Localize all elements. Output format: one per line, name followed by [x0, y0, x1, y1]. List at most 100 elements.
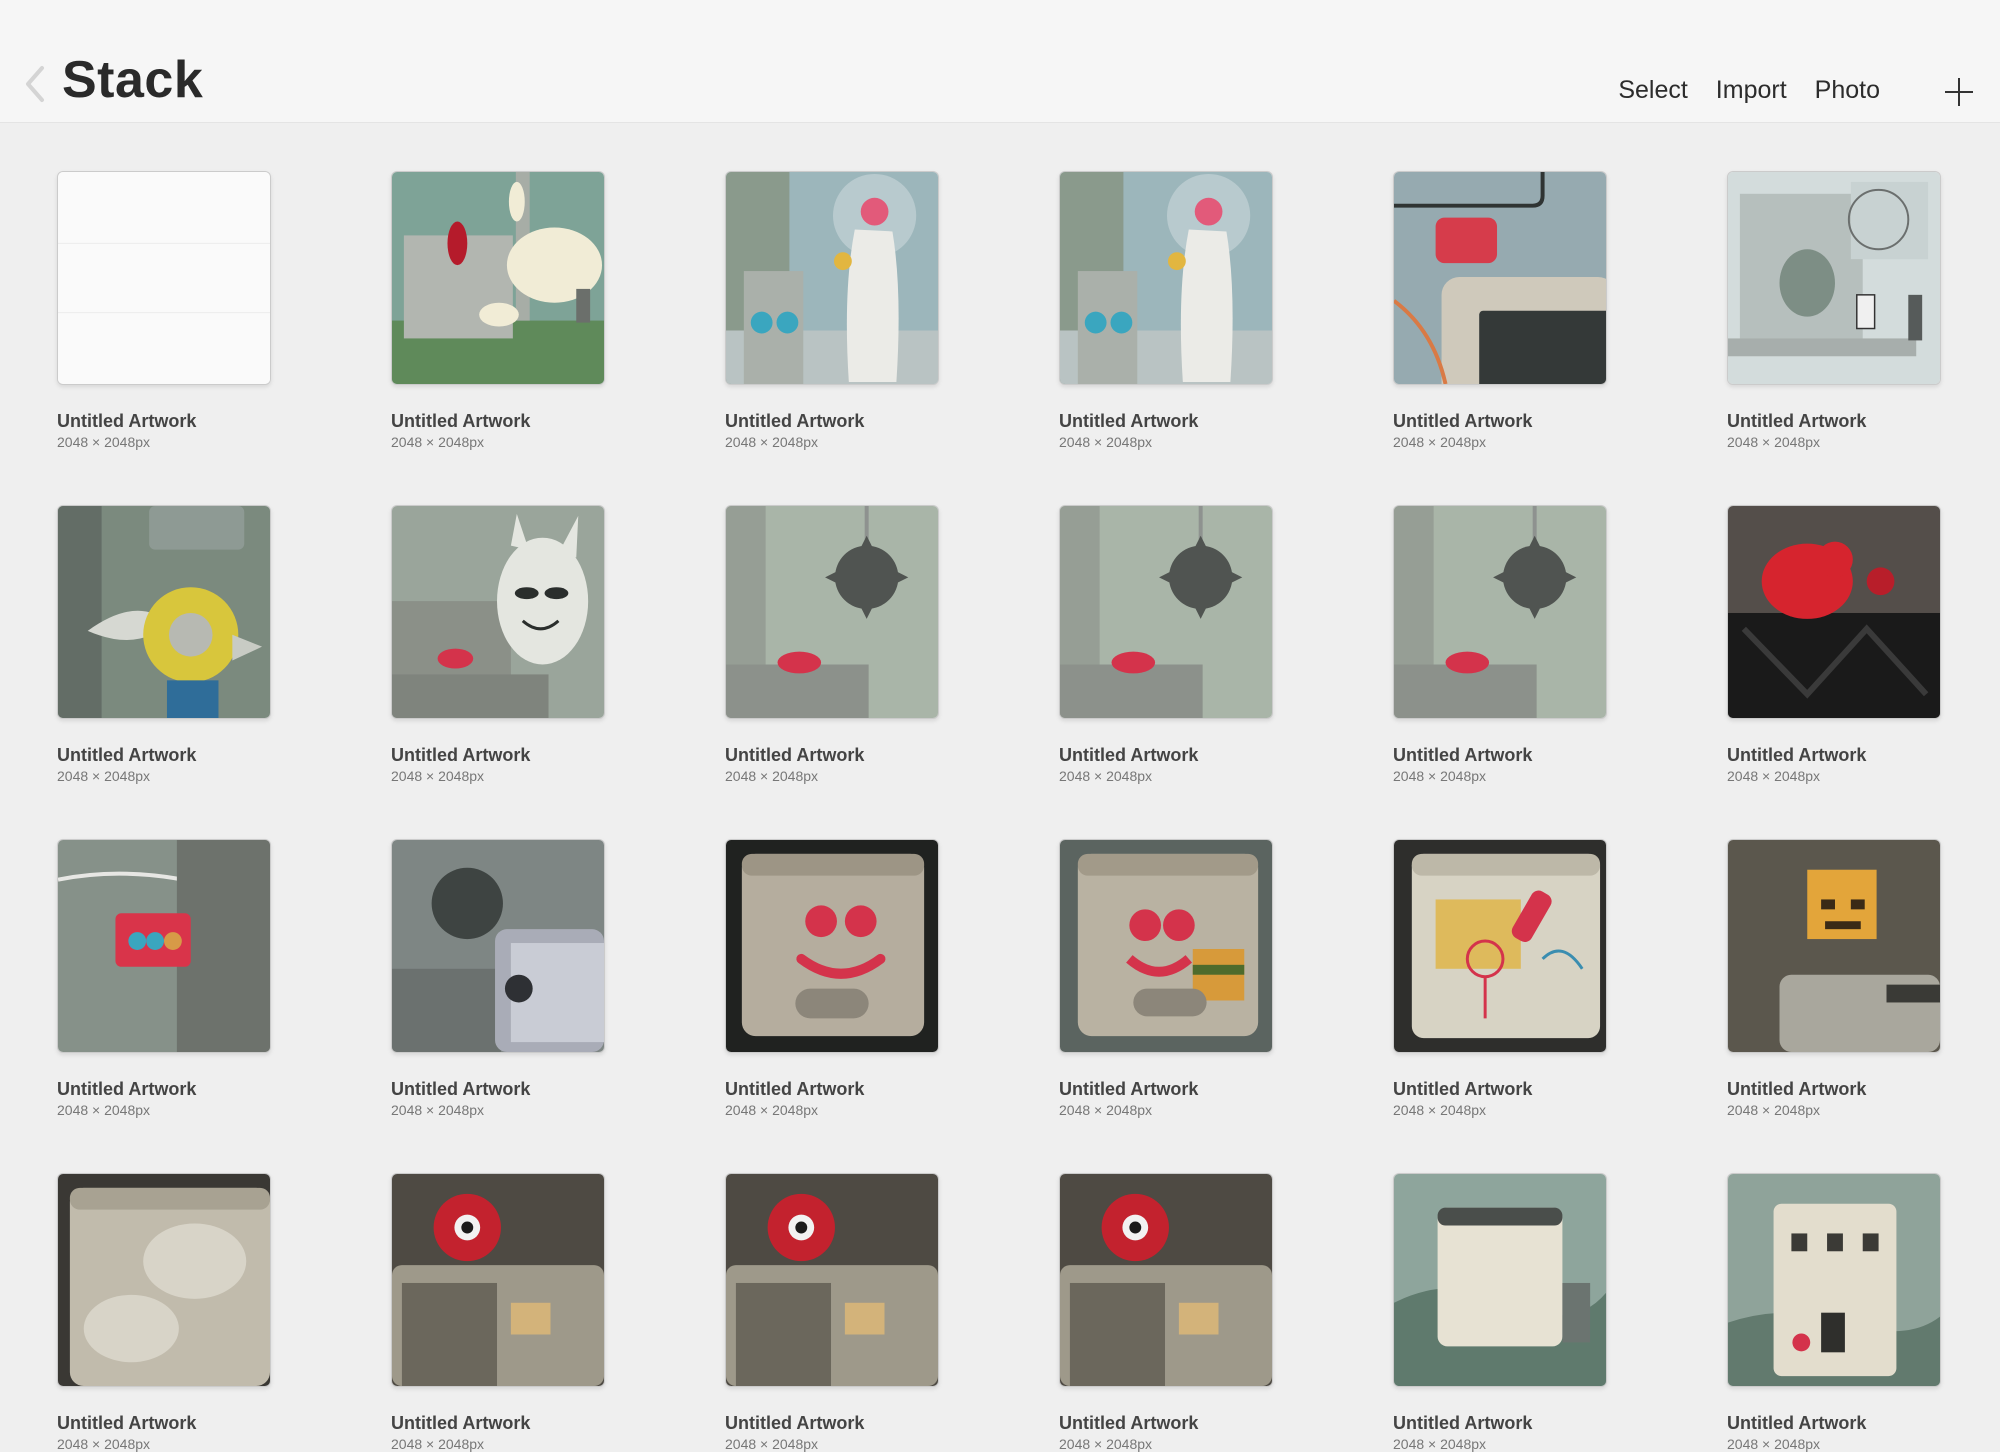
artwork-card[interactable]: Untitled Artwork 2048 × 2048px [1727, 505, 1941, 784]
artwork-name[interactable]: Untitled Artwork [1393, 411, 1532, 432]
artwork-dimensions: 2048 × 2048px [1727, 768, 1821, 784]
artwork-dimensions: 2048 × 2048px [391, 1102, 485, 1118]
artwork-card[interactable]: Untitled Artwork 2048 × 2048px [725, 505, 939, 784]
select-button[interactable]: Select [1618, 76, 1687, 105]
artwork-name[interactable]: Untitled Artwork [1393, 1413, 1532, 1434]
artwork-dimensions: 2048 × 2048px [57, 768, 151, 784]
artwork-card[interactable]: Untitled Artwork 2048 × 2048px [1393, 171, 1607, 450]
artwork-card[interactable]: Untitled Artwork 2048 × 2048px [725, 839, 939, 1118]
artwork-thumbnail[interactable] [57, 505, 271, 719]
artwork-name[interactable]: Untitled Artwork [725, 1413, 864, 1434]
artwork-thumbnail[interactable] [725, 505, 939, 719]
plus-icon[interactable] [1944, 77, 1974, 107]
artwork-name[interactable]: Untitled Artwork [1393, 745, 1532, 766]
artwork-name[interactable]: Untitled Artwork [57, 1079, 196, 1100]
chevron-left-icon[interactable] [22, 64, 48, 104]
artwork-thumbnail[interactable] [1727, 505, 1941, 719]
artwork-thumbnail[interactable] [391, 839, 605, 1053]
artwork-thumbnail[interactable] [725, 1173, 939, 1387]
artwork-dimensions: 2048 × 2048px [1393, 434, 1487, 450]
import-button[interactable]: Import [1716, 76, 1787, 105]
artwork-dimensions: 2048 × 2048px [1059, 768, 1153, 784]
toolbar: Select Import Photo [1618, 76, 1880, 105]
artwork-thumbnail[interactable] [1393, 839, 1607, 1053]
artwork-thumbnail[interactable] [1059, 1173, 1273, 1387]
artwork-name[interactable]: Untitled Artwork [57, 411, 196, 432]
photo-button[interactable]: Photo [1815, 76, 1880, 105]
artwork-dimensions: 2048 × 2048px [57, 1102, 151, 1118]
artwork-thumbnail[interactable] [57, 171, 271, 385]
artwork-dimensions: 2048 × 2048px [1727, 1102, 1821, 1118]
artwork-card[interactable]: Untitled Artwork 2048 × 2048px [725, 1173, 939, 1452]
artwork-thumbnail[interactable] [1059, 505, 1273, 719]
artwork-name[interactable]: Untitled Artwork [391, 1413, 530, 1434]
artwork-name[interactable]: Untitled Artwork [1727, 745, 1866, 766]
artwork-name[interactable]: Untitled Artwork [725, 1079, 864, 1100]
artwork-thumbnail[interactable] [1727, 171, 1941, 385]
artwork-card[interactable]: Untitled Artwork 2048 × 2048px [1393, 1173, 1607, 1452]
artwork-thumbnail[interactable] [57, 839, 271, 1053]
artwork-thumbnail[interactable] [725, 839, 939, 1053]
artwork-name[interactable]: Untitled Artwork [1059, 745, 1198, 766]
artwork-name[interactable]: Untitled Artwork [391, 411, 530, 432]
artwork-dimensions: 2048 × 2048px [725, 1102, 819, 1118]
artwork-thumbnail[interactable] [57, 1173, 271, 1387]
artwork-name[interactable]: Untitled Artwork [1059, 1079, 1198, 1100]
artwork-card[interactable]: Untitled Artwork 2048 × 2048px [1727, 171, 1941, 450]
artwork-name[interactable]: Untitled Artwork [57, 1413, 196, 1434]
artwork-dimensions: 2048 × 2048px [725, 768, 819, 784]
artwork-name[interactable]: Untitled Artwork [1727, 1413, 1866, 1434]
artwork-thumbnail[interactable] [1727, 1173, 1941, 1387]
artwork-dimensions: 2048 × 2048px [1393, 1102, 1487, 1118]
artwork-card[interactable]: Untitled Artwork 2048 × 2048px [1393, 505, 1607, 784]
artwork-name[interactable]: Untitled Artwork [1727, 1079, 1866, 1100]
artwork-dimensions: 2048 × 2048px [1727, 1436, 1821, 1452]
artwork-card[interactable]: Untitled Artwork 2048 × 2048px [1059, 839, 1273, 1118]
artwork-dimensions: 2048 × 2048px [1393, 768, 1487, 784]
artwork-dimensions: 2048 × 2048px [57, 434, 151, 450]
artwork-name[interactable]: Untitled Artwork [1059, 1413, 1198, 1434]
artwork-card[interactable]: Untitled Artwork 2048 × 2048px [57, 171, 271, 450]
artwork-card[interactable]: Untitled Artwork 2048 × 2048px [1059, 171, 1273, 450]
artwork-card[interactable]: Untitled Artwork 2048 × 2048px [1059, 1173, 1273, 1452]
artwork-name[interactable]: Untitled Artwork [725, 411, 864, 432]
artwork-name[interactable]: Untitled Artwork [57, 745, 196, 766]
artwork-card[interactable]: Untitled Artwork 2048 × 2048px [391, 839, 605, 1118]
artwork-thumbnail[interactable] [1059, 839, 1273, 1053]
top-bar: Stack Select Import Photo [0, 0, 2000, 123]
artwork-card[interactable]: Untitled Artwork 2048 × 2048px [57, 505, 271, 784]
artwork-card[interactable]: Untitled Artwork 2048 × 2048px [1727, 1173, 1941, 1452]
artwork-dimensions: 2048 × 2048px [1727, 434, 1821, 450]
artwork-dimensions: 2048 × 2048px [1059, 1436, 1153, 1452]
artwork-card[interactable]: Untitled Artwork 2048 × 2048px [57, 839, 271, 1118]
artwork-thumbnail[interactable] [1393, 171, 1607, 385]
artwork-dimensions: 2048 × 2048px [391, 768, 485, 784]
artwork-thumbnail[interactable] [391, 171, 605, 385]
artwork-thumbnail[interactable] [725, 171, 939, 385]
artwork-dimensions: 2048 × 2048px [725, 1436, 819, 1452]
artwork-card[interactable]: Untitled Artwork 2048 × 2048px [391, 171, 605, 450]
artwork-card[interactable]: Untitled Artwork 2048 × 2048px [1393, 839, 1607, 1118]
artwork-dimensions: 2048 × 2048px [391, 434, 485, 450]
artwork-thumbnail[interactable] [1727, 839, 1941, 1053]
artwork-thumbnail[interactable] [391, 505, 605, 719]
artwork-thumbnail[interactable] [1393, 505, 1607, 719]
artwork-card[interactable]: Untitled Artwork 2048 × 2048px [1059, 505, 1273, 784]
artwork-dimensions: 2048 × 2048px [391, 1436, 485, 1452]
artwork-name[interactable]: Untitled Artwork [1059, 411, 1198, 432]
artwork-name[interactable]: Untitled Artwork [725, 745, 864, 766]
artwork-card[interactable]: Untitled Artwork 2048 × 2048px [391, 505, 605, 784]
artwork-thumbnail[interactable] [391, 1173, 605, 1387]
artwork-thumbnail[interactable] [1059, 171, 1273, 385]
artwork-card[interactable]: Untitled Artwork 2048 × 2048px [391, 1173, 605, 1452]
artwork-dimensions: 2048 × 2048px [1059, 1102, 1153, 1118]
artwork-card[interactable]: Untitled Artwork 2048 × 2048px [725, 171, 939, 450]
artwork-dimensions: 2048 × 2048px [1059, 434, 1153, 450]
artwork-card[interactable]: Untitled Artwork 2048 × 2048px [1727, 839, 1941, 1118]
artwork-name[interactable]: Untitled Artwork [1393, 1079, 1532, 1100]
artwork-card[interactable]: Untitled Artwork 2048 × 2048px [57, 1173, 271, 1452]
artwork-name[interactable]: Untitled Artwork [1727, 411, 1866, 432]
artwork-name[interactable]: Untitled Artwork [391, 1079, 530, 1100]
artwork-thumbnail[interactable] [1393, 1173, 1607, 1387]
artwork-name[interactable]: Untitled Artwork [391, 745, 530, 766]
